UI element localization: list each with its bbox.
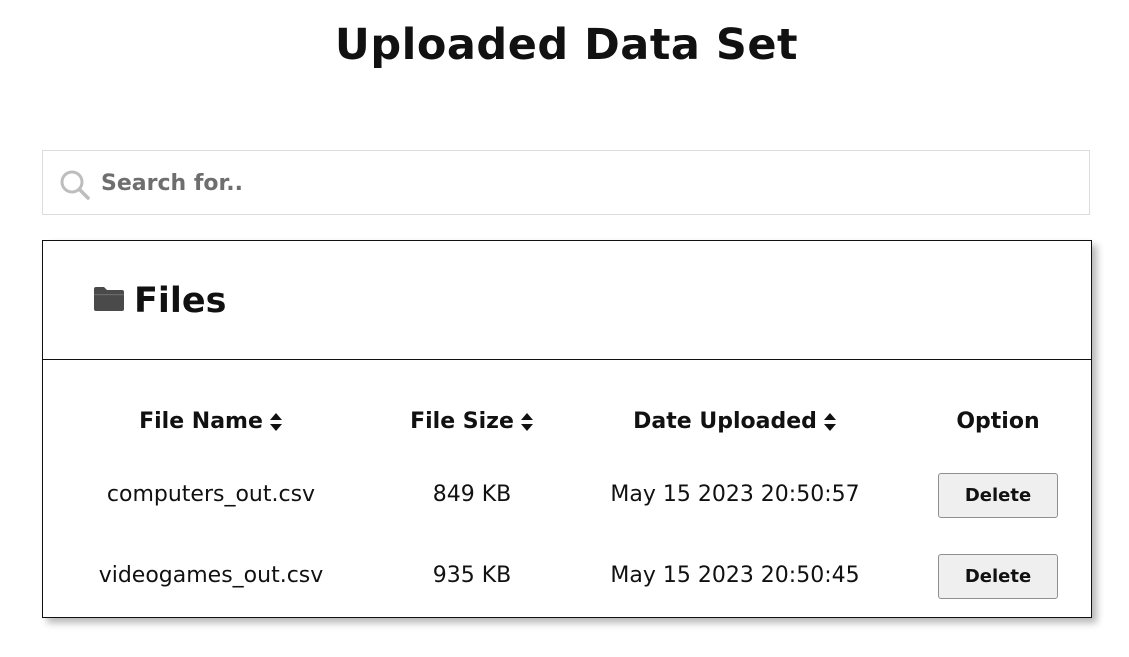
delete-button[interactable]: Delete [938,554,1058,599]
files-panel: Files File Name File Size Date Uploaded … [42,240,1092,618]
panel-header: Files [43,241,1091,360]
sort-icon[interactable] [823,411,837,433]
search-icon [60,170,90,200]
column-header-label: File Name [139,409,263,434]
cell-file-name: computers_out.csv [106,482,316,507]
search-input[interactable] [101,161,1061,205]
cell-date-uploaded: May 15 2023 20:50:45 [610,563,860,588]
search-box[interactable] [42,150,1090,215]
page-title: Uploaded Data Set [334,20,799,70]
column-header-label: Date Uploaded [633,409,817,434]
column-header-file-name[interactable]: File Name [43,407,379,437]
panel-title: Files [134,281,227,321]
folder-icon [94,287,124,311]
sort-icon[interactable] [269,411,283,433]
cell-file-size: 849 KB [432,482,512,507]
cell-file-name: videogames_out.csv [98,563,324,588]
column-header-date-uploaded[interactable]: Date Uploaded [565,407,905,437]
cell-date-uploaded: May 15 2023 20:50:57 [610,482,860,507]
column-header-label: Option [956,409,1040,434]
column-header-label: File Size [410,409,514,434]
delete-button[interactable]: Delete [938,473,1058,518]
column-header-option: Option [905,407,1091,437]
sort-icon[interactable] [520,411,534,433]
column-header-file-size[interactable]: File Size [379,407,565,437]
cell-file-size: 935 KB [432,563,512,588]
